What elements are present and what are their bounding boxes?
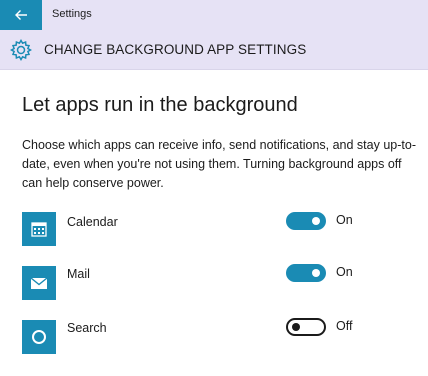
back-arrow-icon — [15, 10, 27, 20]
toggle-state-search: Off — [336, 319, 353, 333]
window-title: Settings — [52, 8, 92, 20]
toggle-search[interactable] — [286, 318, 326, 336]
back-button[interactable] — [0, 0, 42, 30]
page-header: CHANGE BACKGROUND APP SETTINGS — [0, 30, 428, 70]
app-tile-calendar — [22, 212, 56, 246]
gear-icon — [10, 39, 32, 61]
page-section-title: CHANGE BACKGROUND APP SETTINGS — [44, 42, 307, 57]
app-row-calendar: Calendar On — [0, 212, 428, 248]
app-name-search: Search — [67, 321, 107, 335]
app-name-calendar: Calendar — [67, 215, 118, 229]
app-name-mail: Mail — [67, 267, 90, 281]
page-heading: Let apps run in the background — [22, 94, 298, 116]
title-bar: Settings — [0, 0, 428, 30]
toggle-mail[interactable] — [286, 264, 326, 282]
toggle-state-mail: On — [336, 265, 353, 279]
app-row-mail: Mail On — [0, 264, 428, 300]
page-description: Choose which apps can receive info, send… — [22, 138, 416, 190]
toggle-calendar[interactable] — [286, 212, 326, 230]
toggle-knob — [292, 323, 300, 331]
search-icon — [32, 330, 46, 344]
calendar-icon — [31, 222, 47, 237]
app-tile-mail — [22, 266, 56, 300]
toggle-state-calendar: On — [336, 213, 353, 227]
mail-icon — [30, 277, 48, 289]
toggle-knob — [312, 269, 320, 277]
toggle-knob — [312, 217, 320, 225]
app-row-search: Search Off — [0, 318, 428, 354]
app-tile-search — [22, 320, 56, 354]
